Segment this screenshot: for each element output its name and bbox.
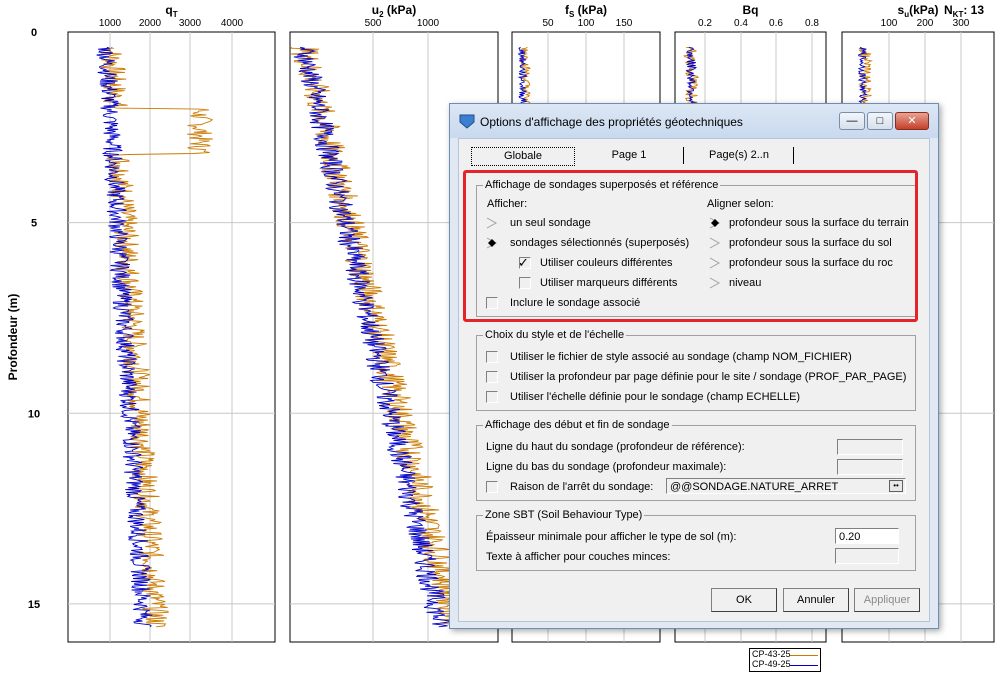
x-tick-label: 0.6	[769, 18, 783, 29]
x-tick-label: 50	[542, 18, 554, 29]
checkbox-couleurs[interactable]: ✓	[518, 255, 531, 270]
y-tick-label: 10	[28, 408, 40, 420]
ok-button[interactable]: OK	[711, 588, 777, 612]
checkbox-fichier[interactable]	[486, 351, 498, 363]
x-tick-label: 100	[578, 18, 595, 29]
group-debut-legend: Affichage des début et fin de sondage	[485, 419, 670, 431]
aligner-label: Aligner selon:	[707, 198, 774, 210]
radio-align-sol[interactable]	[709, 237, 721, 249]
close-button[interactable]: ✕	[895, 112, 929, 130]
panel-title-bq: Bq	[743, 3, 759, 17]
legend-swatch-2	[790, 665, 818, 666]
checkbox-raison[interactable]	[486, 481, 498, 493]
x-tick-label: 0.2	[698, 18, 712, 29]
epaisseur-field[interactable]: 0.20	[835, 528, 899, 544]
ligne-haut-label: Ligne du haut du sondage (profondeur de …	[486, 441, 745, 453]
x-tick-label: 300	[953, 18, 970, 29]
group-style-legend: Choix du style et de l'échelle	[485, 329, 625, 341]
checkbox-raison-label: Raison de l'arrêt du sondage:	[510, 481, 654, 493]
checkbox-fichier-label: Utiliser le fichier de style associé au …	[510, 351, 852, 363]
dialog-title: Options d'affichage des propriétés géote…	[480, 115, 743, 129]
close-icon: ✕	[907, 115, 917, 127]
minimize-icon: —	[846, 115, 858, 127]
x-tick-label: 1000	[99, 18, 122, 29]
tab-pages-2-n[interactable]: Page(s) 2..n	[685, 147, 794, 164]
panel-title-fs: fS (kPa)	[565, 3, 607, 19]
ligne-bas-field[interactable]	[837, 459, 903, 475]
dialog-client: Globale Page 1 Page(s) 2..n Affichage de…	[458, 138, 930, 622]
x-tick-label: 0.8	[805, 18, 819, 29]
checkbox-echelle[interactable]	[486, 391, 498, 403]
x-tick-label: 2000	[139, 18, 162, 29]
raison-picker-button[interactable]: ••	[889, 480, 903, 492]
radio-align-niveau[interactable]	[709, 277, 721, 289]
radio-align-roc-label: profondeur sous la surface du roc	[729, 257, 893, 269]
radio-align-terrain[interactable]	[709, 217, 721, 229]
radio-un-seul-label: un seul sondage	[510, 217, 591, 229]
y-tick-label: 15	[28, 599, 40, 611]
legend-label-1: CP-43-25	[752, 649, 791, 659]
checkbox-echelle-label: Utiliser l'échelle définie pour le sonda…	[510, 391, 801, 403]
legend-label-2: CP-49-25	[752, 659, 791, 669]
texte-couches-field[interactable]	[835, 548, 899, 564]
texte-couches-label: Texte à afficher pour couches minces:	[486, 551, 671, 563]
radio-align-terrain-label: profondeur sous la surface du terrain	[729, 217, 909, 229]
x-tick-label: 150	[616, 18, 633, 29]
plot-legend: CP-43-25 CP-49-25	[749, 648, 821, 672]
minimize-button[interactable]: —	[839, 112, 865, 130]
x-tick-label: 4000	[221, 18, 244, 29]
shield-icon	[459, 114, 475, 129]
panel-frame	[67, 31, 276, 643]
checkbox-marqueurs-label: Utiliser marqueurs différents	[540, 277, 678, 289]
panel-title-u2: u2 (kPa)	[372, 3, 416, 19]
radio-align-niveau-label: niveau	[729, 277, 762, 289]
panel-title-qt: qT	[165, 3, 177, 19]
y-tick-label: 5	[31, 218, 37, 230]
radio-un-seul[interactable]	[486, 217, 498, 229]
maximize-button[interactable]: □	[867, 112, 893, 130]
group-superpose-legend: Affichage de sondages superposés et réfé…	[485, 179, 719, 191]
checkbox-couleurs-label: Utiliser couleurs différentes	[540, 257, 673, 269]
maximize-icon: □	[876, 115, 884, 127]
x-tick-label: 500	[365, 18, 382, 29]
tab-page-1[interactable]: Page 1	[575, 147, 684, 164]
radio-selectionnes[interactable]	[486, 237, 498, 249]
x-tick-label: 200	[917, 18, 934, 29]
checkbox-profondeur-label: Utiliser la profondeur par page définie …	[510, 371, 907, 383]
x-tick-label: 100	[881, 18, 898, 29]
afficher-label: Afficher:	[487, 198, 528, 210]
appliquer-button[interactable]: Appliquer	[854, 588, 920, 612]
legend-entry-2: CP-49-25	[752, 659, 791, 669]
checkbox-inclure[interactable]	[486, 297, 498, 309]
radio-align-sol-label: profondeur sous la surface du sol	[729, 237, 892, 249]
checkbox-inclure-label: Inclure le sondage associé	[510, 297, 641, 309]
checkbox-marqueurs[interactable]	[519, 277, 531, 289]
group-sbt-legend: Zone SBT (Soil Behaviour Type)	[485, 509, 643, 521]
radio-align-roc[interactable]	[709, 257, 721, 269]
x-tick-label: 0.4	[734, 18, 748, 29]
checkbox-profondeur[interactable]	[486, 371, 498, 383]
y-tick-label: 0	[31, 27, 37, 39]
checkmark-icon: ✓	[518, 255, 529, 270]
x-tick-label: 1000	[417, 18, 440, 29]
nkt-label: NKT: 13	[944, 3, 984, 19]
epaisseur-label: Épaisseur minimale pour afficher le type…	[486, 531, 737, 543]
legend-swatch-1	[790, 655, 818, 656]
tab-globale[interactable]: Globale	[471, 147, 575, 166]
ligne-bas-label: Ligne du bas du sondage (profondeur maxi…	[486, 461, 727, 473]
ellipsis-icon: ••	[893, 481, 899, 490]
raison-field[interactable]: @@SONDAGE.NATURE_ARRET	[666, 478, 906, 494]
annuler-button[interactable]: Annuler	[783, 588, 849, 612]
legend-entry-1: CP-43-25	[752, 649, 791, 659]
panel-title-su: su(kPa)	[898, 3, 939, 19]
dialog-titlebar[interactable]: Options d'affichage des propriétés géote…	[450, 104, 938, 138]
ligne-haut-field[interactable]	[837, 439, 903, 455]
x-tick-label: 3000	[179, 18, 202, 29]
y-axis-label: Profondeur (m)	[6, 294, 20, 381]
radio-selectionnes-label: sondages sélectionnés (superposés)	[510, 237, 690, 249]
options-dialog: Options d'affichage des propriétés géote…	[449, 103, 939, 629]
